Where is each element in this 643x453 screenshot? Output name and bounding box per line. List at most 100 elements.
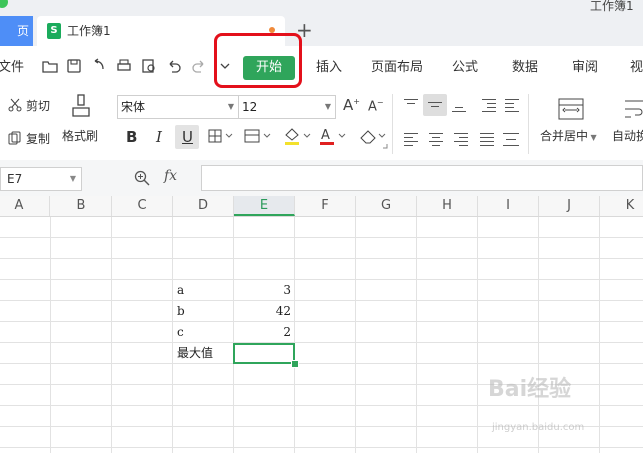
cut-button[interactable]: 剪切 bbox=[26, 98, 50, 114]
alignment-group bbox=[400, 94, 520, 154]
font-color-icon[interactable]: A bbox=[318, 126, 348, 146]
font-name-select[interactable]: 宋体 ▼ bbox=[117, 95, 239, 119]
name-box-value: E7 bbox=[7, 172, 23, 186]
selected-cell-E7[interactable] bbox=[233, 343, 295, 364]
underline-button[interactable]: U bbox=[182, 128, 193, 146]
open-folder-icon[interactable] bbox=[42, 58, 58, 74]
column-header-I[interactable]: I bbox=[478, 196, 539, 216]
print-preview-icon[interactable] bbox=[141, 58, 157, 74]
separator bbox=[392, 94, 393, 154]
column-header-G[interactable]: G bbox=[356, 196, 417, 216]
column-header-D[interactable]: D bbox=[173, 196, 234, 216]
tab-workbook-label: 工作簿1 bbox=[67, 24, 111, 38]
fx-icon[interactable]: fx bbox=[164, 168, 177, 184]
align-center-icon[interactable] bbox=[427, 130, 445, 148]
column-header-F[interactable]: F bbox=[295, 196, 356, 216]
undo-icon[interactable] bbox=[166, 58, 182, 74]
grid-vline bbox=[172, 217, 173, 453]
align-right-icon[interactable] bbox=[452, 130, 470, 148]
cell-D6[interactable]: c bbox=[177, 322, 184, 342]
cell-E5[interactable]: 42 bbox=[233, 301, 291, 321]
align-middle-icon[interactable] bbox=[423, 94, 447, 116]
fill-handle[interactable] bbox=[291, 360, 299, 368]
formula-input[interactable] bbox=[201, 165, 643, 191]
sheet-grid[interactable]: a 3 b 42 c 2 最大值 bbox=[0, 217, 643, 453]
grid-hline bbox=[0, 447, 643, 448]
justify-icon[interactable] bbox=[478, 130, 496, 148]
chevron-down-icon: ▼ bbox=[69, 174, 76, 183]
save-icon[interactable] bbox=[66, 58, 82, 74]
grid-hline bbox=[0, 258, 643, 259]
clear-format-icon[interactable] bbox=[357, 126, 389, 152]
grid-vline bbox=[599, 217, 600, 453]
menu-bar: 文件 开始 插入 页面布局 公式 数据 审阅 视 bbox=[0, 46, 643, 88]
column-header-H[interactable]: H bbox=[417, 196, 478, 216]
redo-icon[interactable] bbox=[191, 58, 207, 74]
grid-vline bbox=[294, 217, 295, 453]
tab-insert[interactable]: 插入 bbox=[316, 60, 342, 76]
menu-file[interactable]: 文件 bbox=[0, 60, 24, 76]
increase-indent-icon[interactable] bbox=[503, 96, 521, 114]
copy-icon bbox=[8, 131, 21, 145]
cell-D7[interactable]: 最大值 bbox=[177, 343, 213, 363]
tab-home[interactable]: 页 bbox=[0, 16, 33, 46]
name-box[interactable]: E7 ▼ bbox=[0, 167, 82, 191]
align-bottom-icon[interactable] bbox=[450, 96, 468, 114]
separator bbox=[528, 94, 529, 154]
increase-font-icon[interactable]: A+ bbox=[343, 96, 360, 114]
font-size-value: 12 bbox=[242, 100, 258, 114]
cell-E4[interactable]: 3 bbox=[233, 280, 291, 300]
grid-vline bbox=[416, 217, 417, 453]
scissors-icon bbox=[8, 98, 22, 112]
window-control-dot[interactable] bbox=[0, 0, 8, 8]
column-header-C[interactable]: C bbox=[112, 196, 173, 216]
align-top-icon[interactable] bbox=[402, 96, 420, 114]
column-header-J[interactable]: J bbox=[539, 196, 600, 216]
cell-style-icon[interactable] bbox=[244, 129, 272, 143]
chevron-down-icon: ▼ bbox=[227, 102, 234, 111]
italic-button[interactable]: I bbox=[156, 128, 162, 146]
column-header-K[interactable]: K bbox=[600, 196, 643, 216]
border-icon[interactable] bbox=[208, 129, 234, 143]
grid-vline bbox=[355, 217, 356, 453]
column-header-A[interactable]: A bbox=[0, 196, 50, 216]
decrease-font-icon[interactable]: A− bbox=[368, 98, 384, 114]
decrease-indent-icon[interactable] bbox=[480, 96, 498, 114]
grid-hline bbox=[0, 363, 643, 364]
tab-formula[interactable]: 公式 bbox=[452, 60, 478, 76]
watermark-url: jingyan.baidu.com bbox=[492, 422, 585, 433]
wrap-text-icon bbox=[625, 100, 643, 118]
start-tab-highlight-box bbox=[214, 33, 302, 88]
tab-data[interactable]: 数据 bbox=[512, 60, 538, 76]
align-left-icon[interactable] bbox=[402, 130, 420, 148]
chevron-down-icon: ▼ bbox=[324, 102, 331, 111]
bold-button[interactable]: B bbox=[126, 128, 137, 146]
tab-page-layout[interactable]: 页面布局 bbox=[371, 60, 423, 76]
fill-color-icon[interactable] bbox=[283, 126, 313, 146]
format-painter-button[interactable]: 格式刷 bbox=[62, 128, 98, 144]
cell-D4[interactable]: a bbox=[177, 280, 184, 300]
cell-E6[interactable]: 2 bbox=[233, 322, 291, 342]
grid-vline bbox=[538, 217, 539, 453]
tab-review[interactable]: 审阅 bbox=[572, 60, 598, 76]
auto-wrap-button[interactable]: 自动换 bbox=[612, 128, 643, 144]
ribbon-toolbar: 剪切 复制 格式刷 宋体 ▼ 12 ▼ A+ A− B I U A 合并居中 ▼… bbox=[0, 88, 643, 161]
column-header-row: ABCDEFGHIJK bbox=[0, 196, 643, 217]
font-size-select[interactable]: 12 ▼ bbox=[238, 95, 336, 119]
column-header-B[interactable]: B bbox=[51, 196, 112, 216]
zoom-search-icon[interactable] bbox=[134, 170, 150, 186]
share-icon[interactable] bbox=[91, 58, 107, 74]
merge-center-button[interactable]: 合并居中 ▼ bbox=[540, 128, 597, 146]
column-header-E[interactable]: E bbox=[234, 196, 295, 216]
print-icon[interactable] bbox=[116, 58, 132, 74]
distributed-align-icon[interactable] bbox=[501, 130, 521, 148]
spreadsheet-icon: S bbox=[47, 23, 61, 39]
window-title: 工作簿1 bbox=[590, 0, 634, 13]
tab-view[interactable]: 视 bbox=[630, 60, 643, 76]
copy-button[interactable]: 复制 bbox=[26, 131, 50, 147]
format-painter-icon bbox=[72, 94, 90, 117]
grid-hline bbox=[0, 237, 643, 238]
cell-D5[interactable]: b bbox=[177, 301, 185, 321]
tab-bar: 工作簿1 页 S 工作簿1 + bbox=[0, 0, 643, 46]
watermark-logo: Bai经验 bbox=[488, 377, 572, 402]
